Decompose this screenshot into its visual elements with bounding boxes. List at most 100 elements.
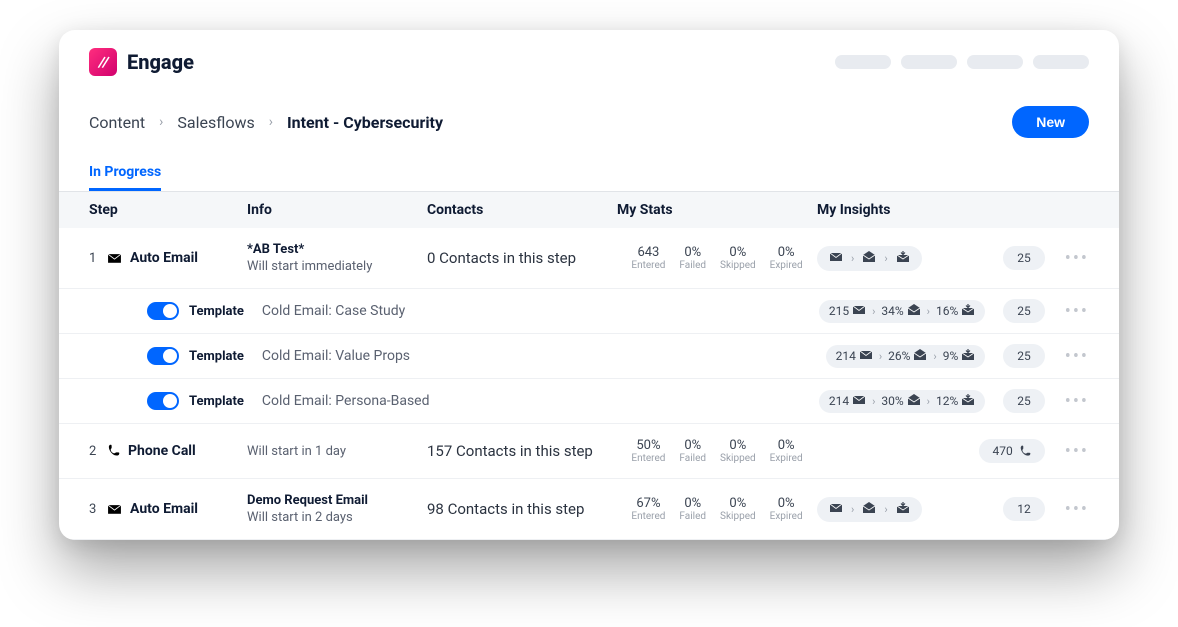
template-progress-pill: 214›30%›12% (819, 390, 985, 413)
step-row[interactable]: 2Phone CallWill start in 1 day157 Contac… (59, 424, 1119, 479)
stat-failed: 0%Failed (679, 245, 706, 271)
template-name: Cold Email: Case Study (262, 303, 405, 319)
brand[interactable]: Engage (89, 48, 194, 76)
progress-value: 26% (888, 349, 910, 363)
stat-entered: 50%Entered (631, 438, 665, 464)
template-row[interactable]: TemplateCold Email: Persona-Based214›30%… (59, 379, 1119, 424)
contacts-cell: 98 Contacts in this step (427, 500, 617, 518)
envelope-download-icon (896, 251, 910, 266)
template-count-pill: 25 (1003, 389, 1045, 413)
step-row[interactable]: 3 Auto Email Demo Request EmailWill start … (59, 479, 1119, 540)
progress-value: 16% (936, 304, 958, 318)
count-value: 25 (1017, 304, 1031, 318)
envelope-open-icon (862, 502, 876, 517)
col-header-contacts: Contacts (427, 202, 617, 218)
row-menu-button[interactable]: ••• (1065, 346, 1089, 367)
envelope-icon (859, 349, 873, 363)
template-row[interactable]: TemplateCold Email: Value Props214›26%›9… (59, 334, 1119, 379)
chevron-right-icon: › (933, 350, 936, 363)
count-value: 470 (993, 444, 1013, 458)
step-number: 1 (89, 251, 107, 266)
contacts-cell: 157 Contacts in this step (427, 442, 617, 460)
insights-cell: › › 12 ••• (817, 497, 1089, 522)
envelope-icon (829, 502, 843, 516)
envelope-icon (829, 251, 843, 265)
contacts-cell: 0 Contacts in this step (427, 249, 617, 267)
brand-name: Engage (127, 50, 194, 74)
template-insights: 215›34%›16%25••• (819, 299, 1089, 323)
chevron-right-icon: › (851, 503, 854, 516)
info-cell: Demo Request EmailWill start in 2 days (247, 493, 427, 525)
insights-cell: ››25••• (817, 246, 1089, 271)
envelope-icon (107, 500, 122, 519)
envelope-download-icon (896, 502, 910, 517)
stat-entered: 67%Entered (631, 496, 665, 522)
top-nav-placeholder (835, 55, 1089, 69)
step-name-cell: Phone Call (107, 442, 247, 461)
count-value: 25 (1017, 251, 1031, 265)
chevron-right-icon: › (927, 395, 930, 408)
row-menu-button[interactable]: ••• (1065, 441, 1089, 462)
template-row[interactable]: TemplateCold Email: Case Study215›34%›16… (59, 289, 1119, 334)
template-toggle[interactable] (147, 347, 179, 365)
envelope-download-icon (961, 304, 975, 319)
envelope-icon (852, 394, 866, 408)
row-menu-button[interactable]: ••• (1065, 391, 1089, 412)
template-label: Template (189, 304, 244, 319)
breadcrumb-item[interactable]: Content (89, 113, 145, 132)
template-toggle[interactable] (147, 302, 179, 320)
count-value: 25 (1017, 394, 1031, 408)
row-menu-button[interactable]: ••• (1065, 499, 1089, 520)
step-name: Auto Email (130, 501, 198, 517)
nav-placeholder (901, 55, 957, 69)
info-title: Demo Request Email (247, 493, 427, 508)
template-toggle[interactable] (147, 392, 179, 410)
row-menu-button[interactable]: ••• (1065, 248, 1089, 269)
info-title: *AB Test* (247, 242, 427, 257)
envelope-open-icon (907, 304, 921, 319)
envelope-icon (852, 304, 866, 318)
stat-skipped: 0%Skipped (720, 496, 756, 522)
insights-cell: 470 ••• (817, 439, 1089, 463)
progress-value: 214 (829, 394, 849, 408)
stat-expired: 0%Expired (770, 438, 803, 464)
chevron-right-icon: › (879, 350, 882, 363)
envelope-download-icon (961, 394, 975, 409)
stats-cell: 50%Entered0%Failed0%Skipped0%Expired (617, 438, 817, 464)
stat-expired: 0%Expired (770, 245, 803, 271)
nav-placeholder (835, 55, 891, 69)
breadcrumb-item[interactable]: Salesflows (177, 113, 254, 132)
app-window: Engage Content › Salesflows › Intent - C… (59, 30, 1119, 540)
step-name: Phone Call (128, 443, 196, 459)
progress-value: 9% (943, 349, 959, 363)
progress-value: 214 (836, 349, 856, 363)
brand-logo-icon (89, 48, 117, 76)
envelope-open-icon (862, 251, 876, 266)
chevron-right-icon: › (884, 503, 887, 516)
stat-failed: 0%Failed (679, 496, 706, 522)
breadcrumb-current: Intent - Cybersecurity (287, 113, 443, 132)
template-insights: 214›30%›12%25••• (819, 389, 1089, 413)
col-header-step: Step (89, 202, 247, 218)
stat-entered: 643Entered (631, 245, 665, 271)
template-name: Cold Email: Persona-Based (262, 393, 430, 409)
template-label: Template (189, 394, 244, 409)
row-menu-button[interactable]: ••• (1065, 301, 1089, 322)
step-number: 3 (89, 502, 107, 517)
stats-cell: 643Entered0%Failed0%Skipped0%Expired (617, 245, 817, 271)
template-progress-pill: 214 › 26% › 9% (826, 345, 986, 368)
stat-failed: 0%Failed (679, 438, 706, 464)
info-cell: *AB Test*Will start immediately (247, 242, 427, 274)
progress-value: 12% (936, 394, 958, 408)
new-button[interactable]: New (1012, 106, 1089, 138)
template-insights: 214 › 26% › 9% 25 ••• (826, 344, 1089, 368)
info-cell: Will start in 1 day (247, 444, 427, 459)
insight-count-pill: 12 (1003, 497, 1045, 521)
envelope-open-icon (913, 349, 927, 364)
count-value: 25 (1017, 349, 1031, 363)
table-body: 1 Auto Email *AB Test*Will start immediate… (59, 228, 1119, 540)
step-row[interactable]: 1Auto Email*AB Test*Will start immediate… (59, 228, 1119, 289)
chevron-right-icon: › (872, 305, 875, 318)
tab-in-progress[interactable]: In Progress (89, 156, 161, 191)
template-count-pill: 25 (1003, 299, 1045, 323)
